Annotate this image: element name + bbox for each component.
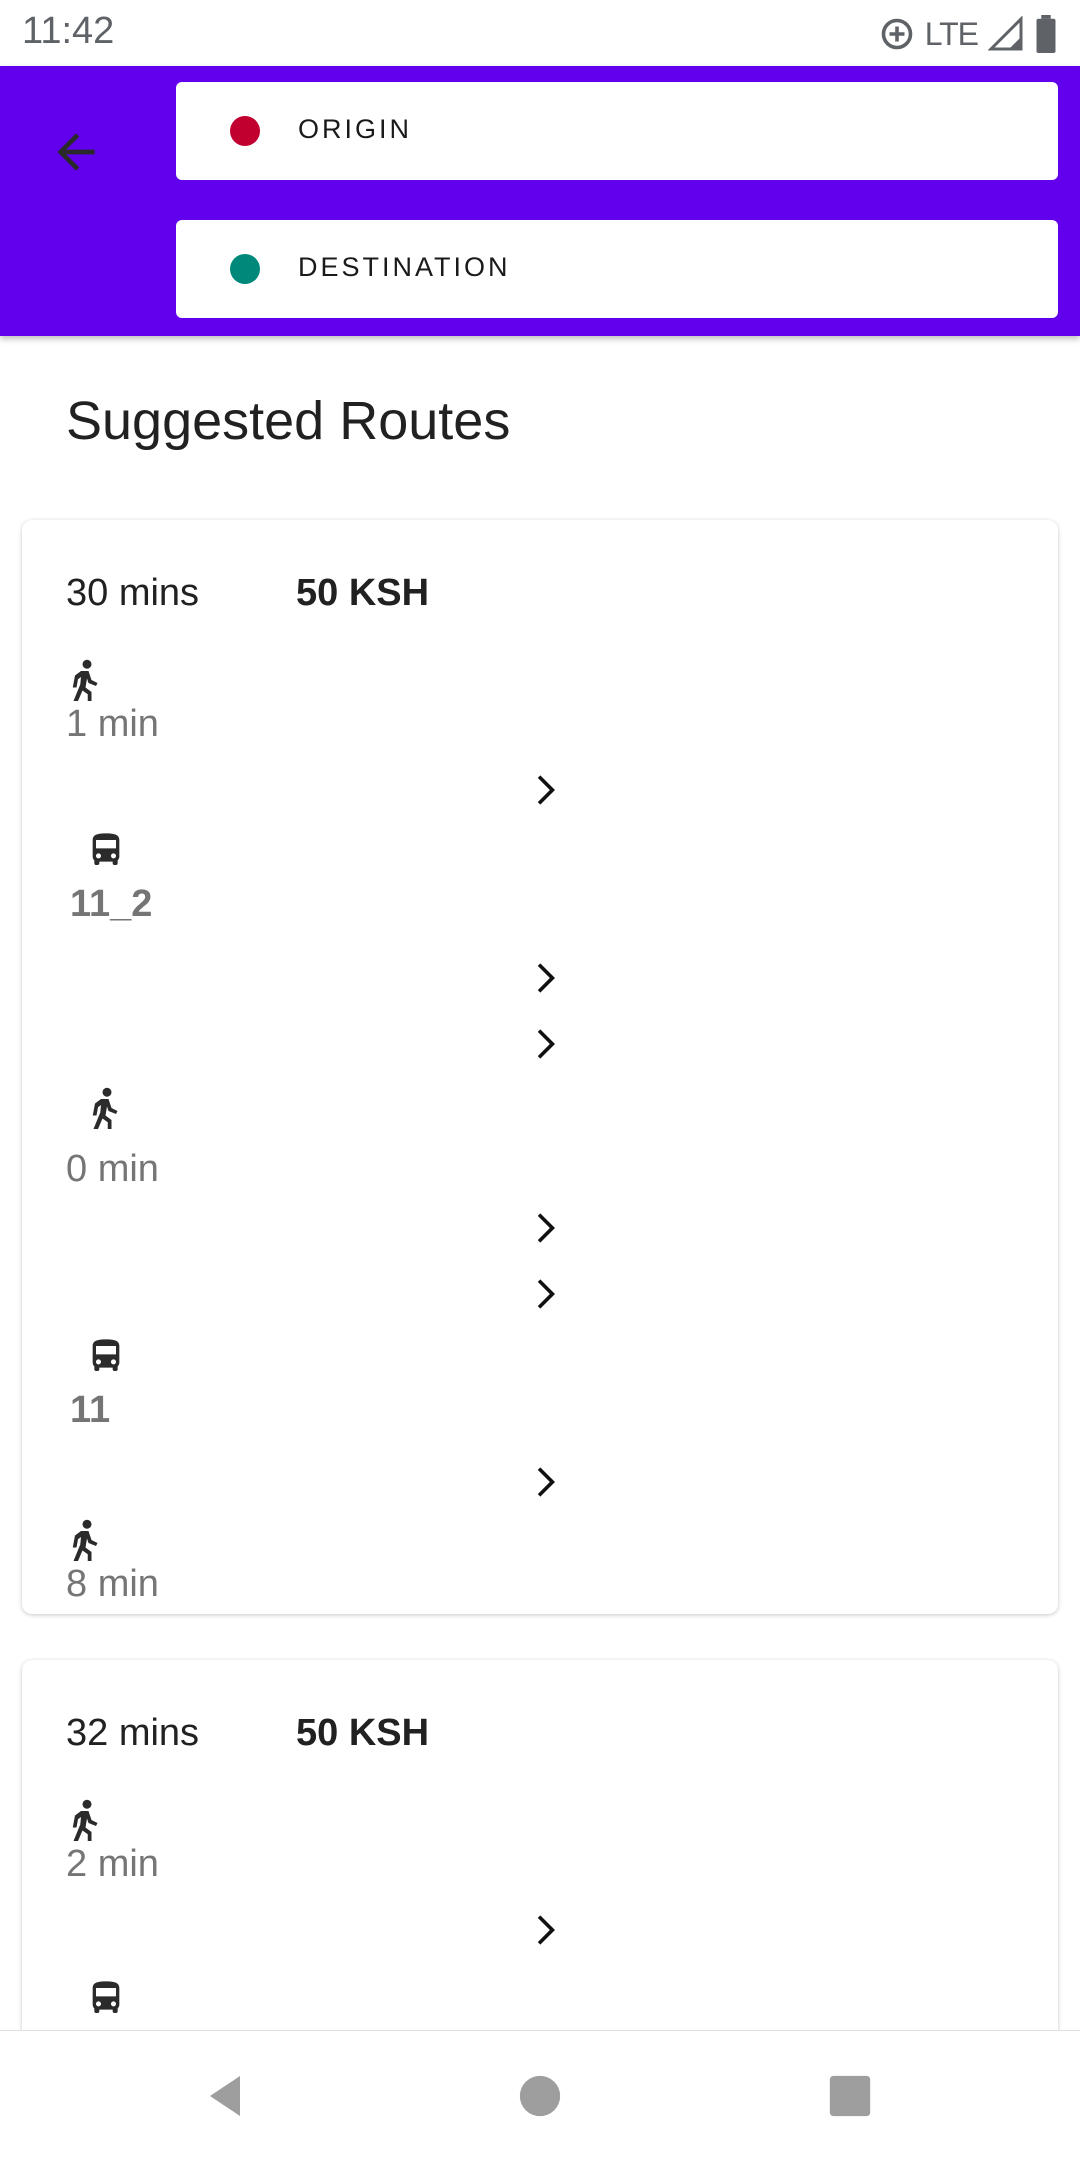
route-step-walk: 1 min [66,658,159,746]
status-time: 11:42 [22,10,115,52]
route-step-walk-text: 0 min [66,1148,159,1191]
data-saver-icon [881,18,912,50]
route-card[interactable]: 30 mins 50 KSH 1 min 11_2 0 min 11 8 min [22,520,1058,1614]
nav-recents-icon [829,2075,871,2117]
back-button[interactable] [36,112,116,192]
walk-duration: 0 min [66,1148,159,1190]
arrow-back-icon [57,133,95,171]
route-summary: 32 mins 50 KSH [66,1712,429,1755]
route-summary: 30 mins 50 KSH [66,572,429,615]
directions-bus-icon [92,1339,120,1371]
destination-dot [230,254,260,284]
route-price: 50 KSH [296,572,430,614]
nav-back-icon [210,2076,240,2116]
bus-route-number: 11_2 [70,883,153,925]
signal-icon [988,16,1023,51]
route-duration: 32 mins [66,1712,200,1754]
destination-field[interactable]: DESTINATION [176,220,1058,318]
system-nav-bar [0,2030,1080,2161]
search-header: ORIGIN DESTINATION [0,66,1080,336]
chevron-right-icon [537,1213,555,1243]
directions-walk-icon [72,659,98,701]
nav-recents-button[interactable] [820,2066,880,2126]
nav-back-button[interactable] [196,2066,256,2126]
walk-duration: 8 min [66,1563,159,1605]
directions-bus-icon [92,1981,120,2013]
directions-walk-icon [92,1087,118,1129]
chevron-right-icon [537,963,555,993]
chevron-right-icon [537,1467,555,1497]
network-type: LTE [924,15,979,52]
route-step-bus [66,1978,126,2023]
route-step-walk [86,1086,122,1135]
destination-label: DESTINATION [298,252,511,282]
chevron-right-icon [537,775,555,805]
status-bar: 11:42 LTE [0,0,1080,66]
page-title: Suggested Routes [66,391,511,451]
route-step-walk: 8 min [66,1518,159,1606]
origin-label: ORIGIN [298,114,413,144]
route-step-bus: 11_2 [66,830,152,926]
walk-duration: 2 min [66,1843,159,1885]
nav-home-icon [519,2075,561,2117]
status-icons: LTE [879,12,1058,56]
nav-home-button[interactable] [510,2066,570,2126]
chevron-right-icon [537,1279,555,1309]
route-step-bus: 11 [66,1336,126,1432]
battery-icon [1036,15,1056,53]
chevron-right-icon [537,1915,555,1945]
route-duration: 30 mins [66,572,200,614]
directions-walk-icon [72,1799,98,1841]
origin-dot [230,116,260,146]
directions-bus-icon [92,833,120,865]
origin-field[interactable]: ORIGIN [176,82,1058,180]
route-price: 50 KSH [296,1712,430,1754]
walk-duration: 1 min [66,703,159,745]
bus-route-number: 11 [70,1389,111,1431]
chevron-right-icon [537,1029,555,1059]
route-step-walk: 2 min [66,1798,159,1886]
directions-walk-icon [72,1519,98,1561]
